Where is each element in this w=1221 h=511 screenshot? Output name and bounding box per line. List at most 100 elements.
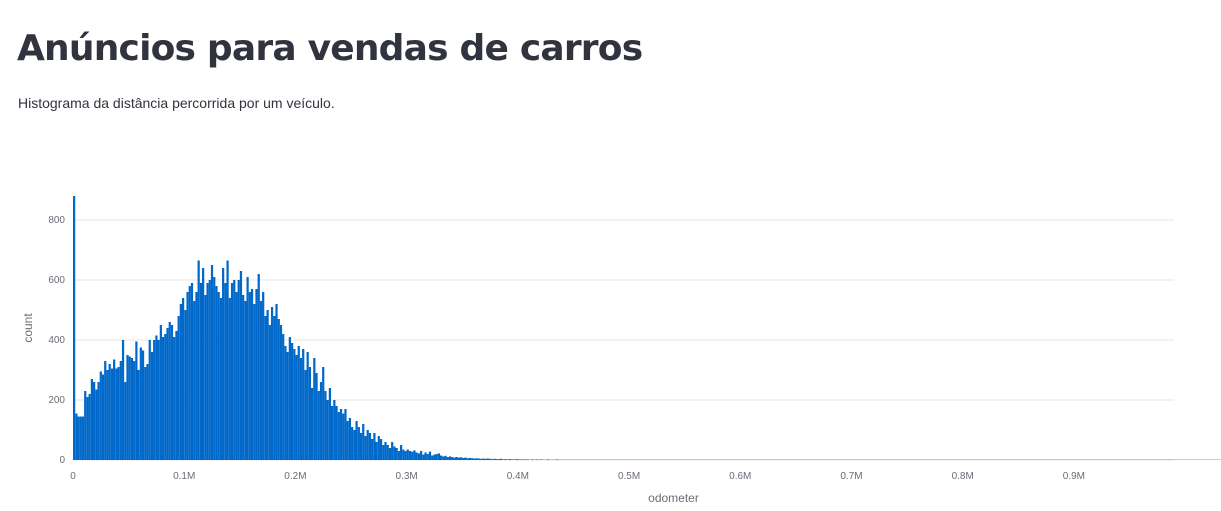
histogram-bar <box>202 268 205 460</box>
histogram-bar <box>388 448 392 460</box>
histogram-bar <box>408 451 412 460</box>
histogram-bar <box>448 456 452 460</box>
histogram-bar <box>524 459 527 460</box>
histogram-bar <box>288 337 291 460</box>
histogram-bar <box>215 286 218 460</box>
histogram-bar <box>419 451 423 460</box>
histogram-bar <box>308 367 311 460</box>
histogram-bar <box>121 340 125 460</box>
histogram-bar <box>346 421 349 460</box>
histogram-bar <box>157 340 160 460</box>
histogram-bar <box>466 458 469 460</box>
histogram-bar <box>150 352 154 460</box>
x-tick-label: 0.8M <box>952 471 974 482</box>
histogram-bar <box>497 459 501 460</box>
histogram-bar <box>393 446 396 460</box>
histogram-bar <box>464 457 467 460</box>
page-title: Anúncios para vendas de carros <box>17 28 643 69</box>
histogram-bar <box>397 451 400 460</box>
x-tick-label: 0.9M <box>1063 471 1085 482</box>
histogram-bar <box>428 451 432 460</box>
histogram-bar <box>540 459 543 460</box>
histogram-bar <box>526 459 529 460</box>
x-tick-label: 0.1M <box>173 471 195 482</box>
histogram-bar <box>495 459 498 460</box>
y-tick-label: 800 <box>48 215 65 226</box>
histogram-bar <box>295 355 298 460</box>
histogram-bar <box>126 355 129 460</box>
histogram-bar <box>377 436 380 460</box>
histogram-bar <box>306 352 309 460</box>
histogram-bar <box>186 292 189 460</box>
histogram-bar <box>188 286 191 460</box>
histogram-bar <box>250 289 254 460</box>
histogram-bar <box>282 334 285 460</box>
histogram-bar <box>264 316 267 460</box>
histogram-bar <box>259 301 263 460</box>
histogram-bar <box>246 277 249 460</box>
histogram-bar <box>148 340 151 460</box>
histogram-bar <box>335 406 338 460</box>
histogram-bar <box>326 400 329 460</box>
histogram-bar <box>517 459 521 460</box>
histogram-bar <box>141 350 145 460</box>
histogram-bar <box>95 389 98 460</box>
histogram-bar <box>460 457 463 460</box>
histogram-bar <box>268 325 271 460</box>
histogram-bar <box>153 340 156 460</box>
histogram-bar <box>315 373 318 460</box>
histogram-bar <box>302 349 305 460</box>
histogram-bar <box>155 335 158 460</box>
histogram-bar <box>170 325 174 460</box>
histogram-bar <box>382 445 385 460</box>
y-tick-label: 0 <box>59 455 65 466</box>
histogram-bar <box>97 382 100 460</box>
histogram-bar <box>457 457 461 460</box>
histogram-bar <box>362 424 365 460</box>
histogram-bar <box>422 454 425 460</box>
histogram-bar <box>113 359 116 460</box>
histogram-bar <box>522 459 525 460</box>
histogram-bar <box>504 459 507 460</box>
histogram-bar <box>324 391 327 460</box>
odometer-histogram[interactable]: 0200400600800 0 0.1M 0.2M 0.3M 0.4M 0.5M 0.6M 0… <box>0 180 1221 511</box>
histogram-bar <box>446 457 449 460</box>
histogram-bar <box>433 454 436 460</box>
histogram-bar <box>173 337 176 460</box>
histogram-bar <box>328 388 332 460</box>
histogram-bar <box>184 310 187 460</box>
histogram-bar <box>110 368 114 460</box>
histogram-bar <box>144 367 147 460</box>
histogram-bar <box>279 325 283 460</box>
histogram-bar <box>442 456 445 460</box>
histogram-bar <box>239 271 243 460</box>
histogram-bar <box>395 448 398 460</box>
x-tick-labels: 0 0.1M 0.2M 0.3M 0.4M 0.5M 0.6M 0.7M 0.8M 0.9M <box>70 471 1085 482</box>
histogram-bar <box>177 316 180 460</box>
histogram-bar <box>513 459 516 460</box>
histogram-bar <box>248 292 251 460</box>
x-tick-label: 0.7M <box>840 471 862 482</box>
histogram-bar <box>77 416 80 460</box>
histogram-bar <box>488 458 492 460</box>
histogram-bar <box>106 370 109 460</box>
histogram-bar <box>226 260 229 460</box>
histogram-bar <box>375 442 378 460</box>
histogram-bar <box>404 451 407 460</box>
histogram-bar <box>133 361 136 460</box>
histogram-bar <box>493 458 496 460</box>
histogram-bar <box>373 433 376 460</box>
histogram-bar <box>546 459 549 460</box>
histogram-bar <box>275 304 278 460</box>
histogram-bar <box>81 416 85 460</box>
histogram-bar <box>101 374 105 460</box>
histogram-bar <box>451 457 454 460</box>
histogram-bar <box>491 459 494 460</box>
histogram-bar <box>413 450 416 460</box>
histogram-bar <box>322 367 325 460</box>
histogram-bar <box>391 442 394 460</box>
histogram-bar <box>242 295 245 460</box>
y-tick-label: 600 <box>48 275 65 286</box>
histogram-bar <box>255 289 258 460</box>
histogram-bar <box>531 459 534 460</box>
